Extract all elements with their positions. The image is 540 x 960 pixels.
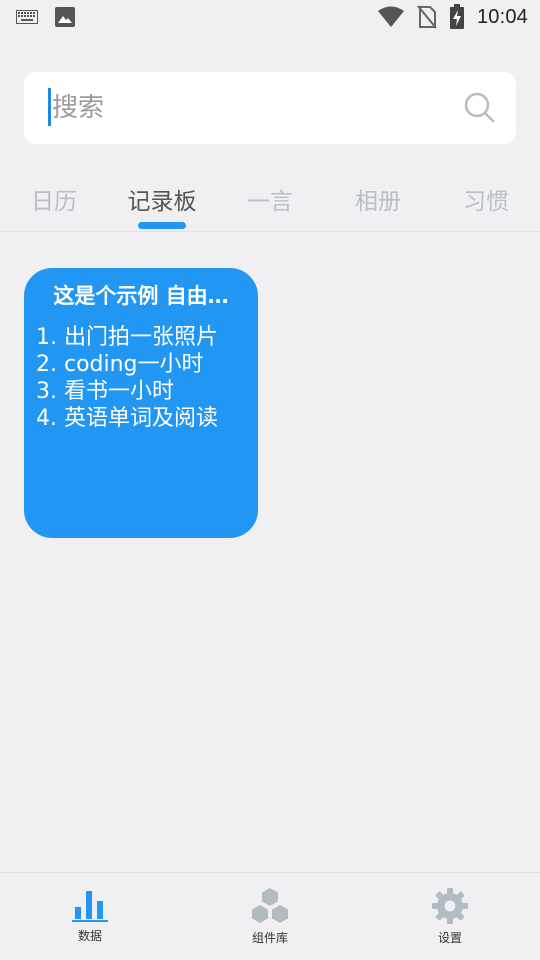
active-tab-indicator xyxy=(138,222,186,229)
app-screen: 10:04 日历 记录板 一言 相册 习惯 这是个示例 自由… 1. 出门拍一张… xyxy=(0,0,540,960)
nav-label-settings: 设置 xyxy=(437,931,462,945)
wifi-icon xyxy=(377,6,404,27)
search-bar[interactable] xyxy=(24,72,516,144)
note-title: 这是个示例 自由… xyxy=(53,284,229,308)
tab-quote[interactable]: 一言 xyxy=(247,182,293,216)
note-line: 3. 看书一小时 xyxy=(36,379,174,404)
nav-item-settings[interactable]: 设置 xyxy=(390,887,510,946)
nav-item-components[interactable]: 组件库 xyxy=(210,887,330,946)
search-input[interactable] xyxy=(52,88,452,128)
status-bar: 10:04 xyxy=(0,0,540,36)
image-icon xyxy=(55,7,75,27)
note-card[interactable]: 这是个示例 自由… 1. 出门拍一张照片 2. coding一小时 3. 看书一… xyxy=(24,268,258,538)
bar-chart-icon xyxy=(72,891,108,922)
note-line: 2. coding一小时 xyxy=(36,352,204,377)
tab-notes[interactable]: 记录板 xyxy=(128,182,197,216)
hexagons-icon xyxy=(252,888,288,923)
tab-album[interactable]: 相册 xyxy=(355,182,401,216)
nav-label-data: 数据 xyxy=(77,929,102,943)
tab-calendar[interactable]: 日历 xyxy=(31,182,77,216)
search-icon[interactable] xyxy=(464,92,496,124)
note-content: 1. 出门拍一张照片 2. coding一小时 3. 看书一小时 4. 英语单词… xyxy=(36,324,218,432)
tab-bar: 日历 记录板 一言 相册 习惯 xyxy=(0,168,540,232)
text-caret xyxy=(48,88,51,126)
no-sim-icon xyxy=(417,5,437,29)
keyboard-icon xyxy=(16,10,38,24)
status-time: 10:04 xyxy=(476,5,528,28)
bottom-nav: 数据 组件库 设置 xyxy=(0,872,540,960)
battery-charging-icon xyxy=(449,4,464,29)
tab-habits[interactable]: 习惯 xyxy=(463,182,509,216)
note-line: 4. 英语单词及阅读 xyxy=(36,406,218,431)
divider xyxy=(0,231,540,232)
nav-item-data[interactable]: 数据 xyxy=(30,887,150,944)
gear-icon xyxy=(432,888,468,924)
note-line: 1. 出门拍一张照片 xyxy=(36,325,218,350)
nav-label-components: 组件库 xyxy=(251,931,288,945)
